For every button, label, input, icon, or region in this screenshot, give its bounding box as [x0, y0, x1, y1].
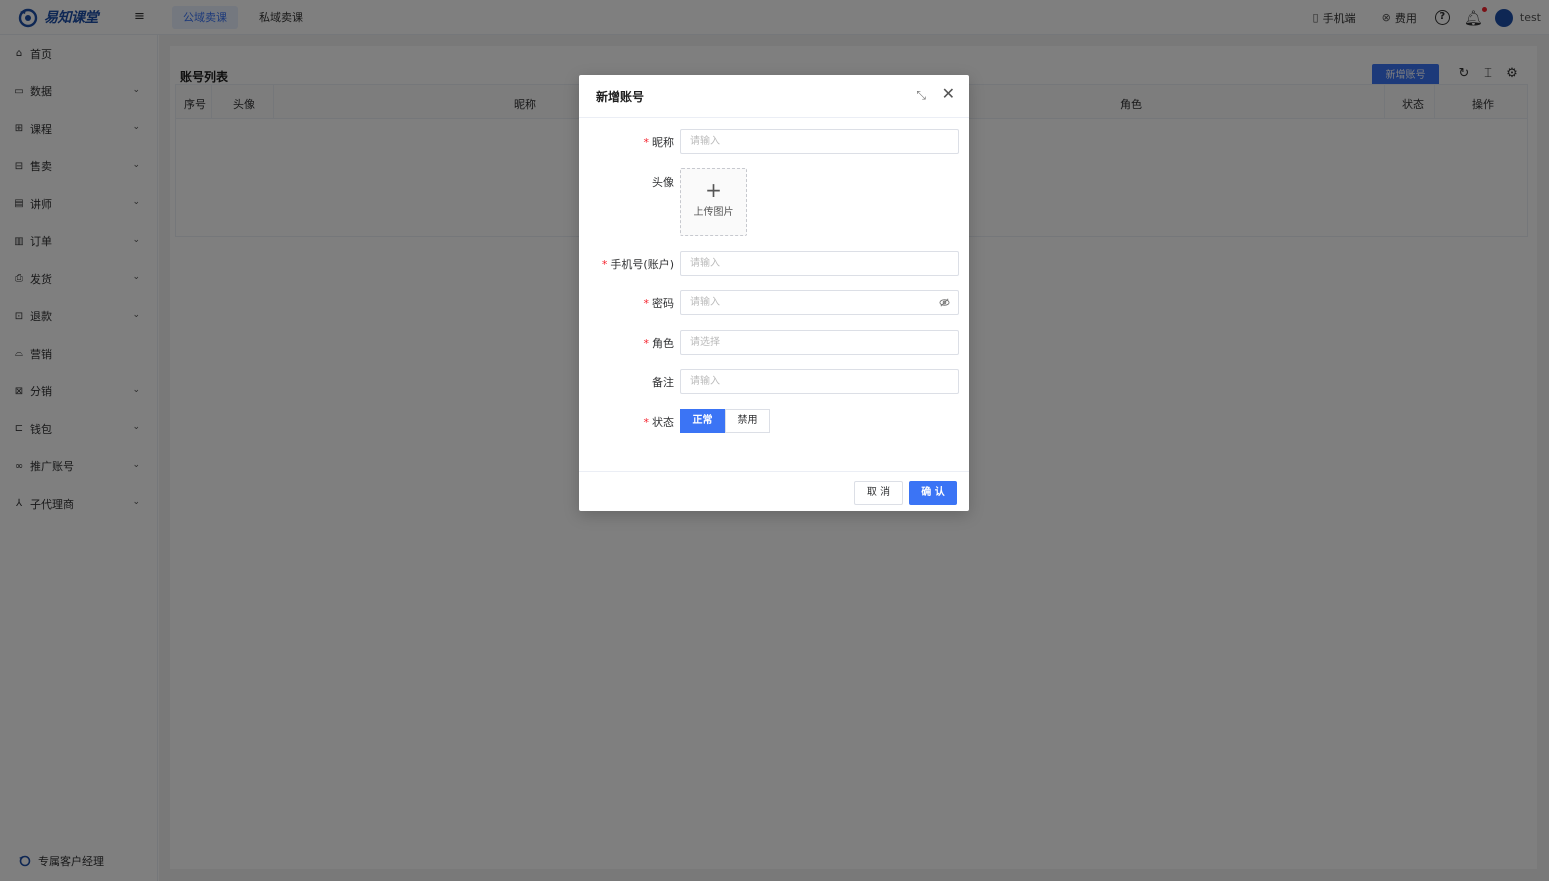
upload-text: 上传图片 — [693, 207, 734, 218]
nickname-label: * 昵称 — [643, 136, 675, 149]
phone-input[interactable]: 请输入 — [680, 251, 959, 276]
password-placeholder: 请输入 — [690, 297, 720, 308]
dialog-header: 新增账号 ⤡ ✕ — [579, 75, 969, 118]
eye-off-icon[interactable] — [939, 297, 950, 308]
password-input[interactable]: 请输入 — [680, 290, 959, 315]
confirm-button[interactable]: 确 认 — [909, 481, 957, 505]
required-mark: * — [643, 297, 650, 310]
avatar-label: 头像 — [652, 176, 674, 189]
status-option-disabled[interactable]: 禁用 — [725, 409, 770, 433]
status-label: * 状态 — [643, 416, 675, 429]
fullscreen-icon[interactable]: ⤡ — [916, 88, 926, 103]
phone-label: * 手机号(账户) — [601, 258, 674, 271]
plus-icon: + — [705, 178, 722, 202]
status-option-normal[interactable]: 正常 — [680, 409, 725, 433]
role-label: * 角色 — [643, 337, 675, 350]
dialog-footer: 取 消 确 认 — [579, 471, 969, 511]
remark-input[interactable]: 请输入 — [680, 369, 959, 394]
required-mark: * — [643, 416, 650, 429]
nickname-input[interactable]: 请输入 — [680, 129, 959, 154]
add-account-dialog: 新增账号 ⤡ ✕ * 昵称 请输入 头像 + 上传图片 * 手机号(账户) 请输入 … — [579, 75, 969, 511]
password-label: * 密码 — [643, 297, 675, 310]
dialog-title: 新增账号 — [596, 90, 645, 104]
status-toggle: 正常 禁用 — [680, 409, 770, 433]
avatar-upload[interactable]: + 上传图片 — [680, 168, 747, 236]
required-mark: * — [643, 337, 650, 350]
required-mark: * — [643, 136, 650, 149]
cancel-button[interactable]: 取 消 — [854, 481, 903, 505]
required-mark: * — [601, 258, 608, 271]
remark-label: 备注 — [652, 376, 674, 389]
close-icon[interactable]: ✕ — [942, 85, 955, 103]
role-select[interactable]: 请选择 — [680, 330, 959, 355]
